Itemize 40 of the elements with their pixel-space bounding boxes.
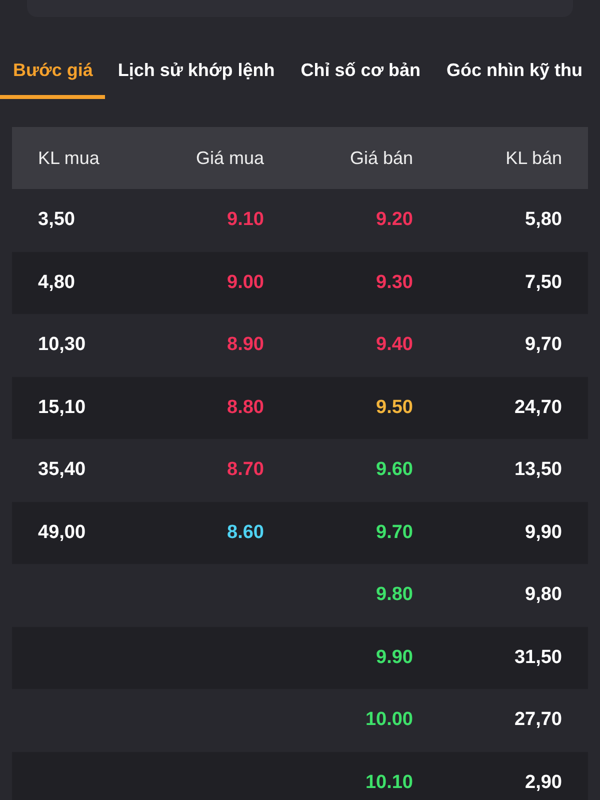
sell-price: 9.20: [376, 209, 413, 230]
sell-price: 9.50: [376, 396, 413, 418]
buy-volume: 10,30: [38, 334, 86, 356]
sell-volume: 13,50: [514, 459, 562, 480]
sell-volume: 9,70: [525, 334, 562, 356]
tab[interactable]: Bước giá: [0, 56, 105, 99]
buy-volume: 15,10: [38, 396, 86, 418]
sell-volume: 9,80: [525, 584, 562, 606]
buy-volume: 4,80: [38, 272, 75, 293]
buy-volume: 3,50: [38, 209, 75, 230]
sell-price: 9.40: [376, 334, 413, 356]
sell-price: 10.00: [365, 709, 413, 730]
sell-volume: 24,70: [514, 396, 562, 418]
buy-price: 8.90: [227, 334, 264, 356]
sell-price: 9.30: [376, 272, 413, 293]
sell-volume: 27,70: [514, 709, 562, 730]
column-header: Giá mua: [194, 148, 264, 168]
tab[interactable]: Góc nhìn kỹ thu: [434, 56, 596, 99]
column-header: KL bán: [504, 148, 562, 168]
column-header: Giá bán: [348, 148, 413, 168]
buy-price: 8.80: [227, 396, 264, 418]
sell-volume: 5,80: [525, 209, 562, 230]
sell-volume: 9,90: [525, 522, 562, 543]
buy-price: 9.10: [227, 209, 264, 230]
sell-volume: 2,90: [525, 772, 562, 793]
buy-volume: 49,00: [38, 522, 86, 543]
tab[interactable]: Lịch sử khớp lệnh: [104, 56, 288, 99]
sell-price: 9.60: [376, 459, 413, 480]
sell-volume: 7,50: [525, 272, 562, 293]
sell-volume: 31,50: [514, 646, 562, 668]
buy-volume: 35,40: [38, 459, 86, 480]
sell-price: 10.10: [365, 772, 413, 793]
buy-price: 8.70: [227, 459, 264, 480]
column-header: KL mua: [38, 148, 100, 168]
buy-price: 9.00: [227, 272, 264, 293]
sell-price: 9.80: [376, 584, 413, 606]
buy-price: 8.60: [227, 522, 264, 543]
sell-price: 9.70: [376, 522, 413, 543]
tab[interactable]: Chỉ số cơ bản: [288, 56, 434, 99]
sell-price: 9.90: [376, 646, 413, 668]
